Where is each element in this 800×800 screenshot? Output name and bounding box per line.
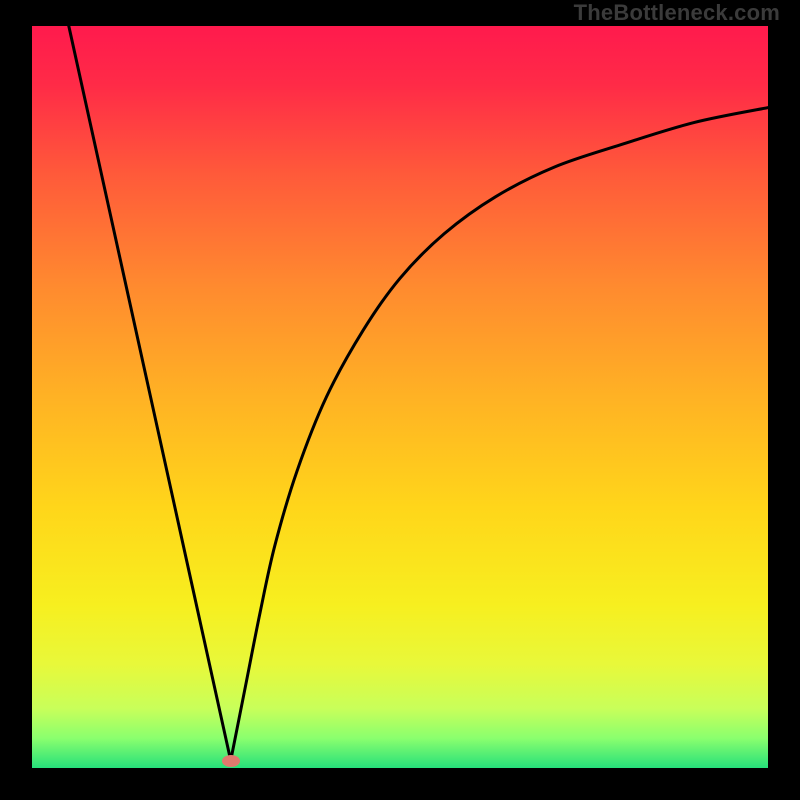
gradient-background [32,26,768,768]
optimum-marker [222,755,240,767]
watermark-text: TheBottleneck.com [574,0,780,26]
plot-svg [32,26,768,768]
plot-area [32,26,768,768]
chart-frame: TheBottleneck.com [0,0,800,800]
